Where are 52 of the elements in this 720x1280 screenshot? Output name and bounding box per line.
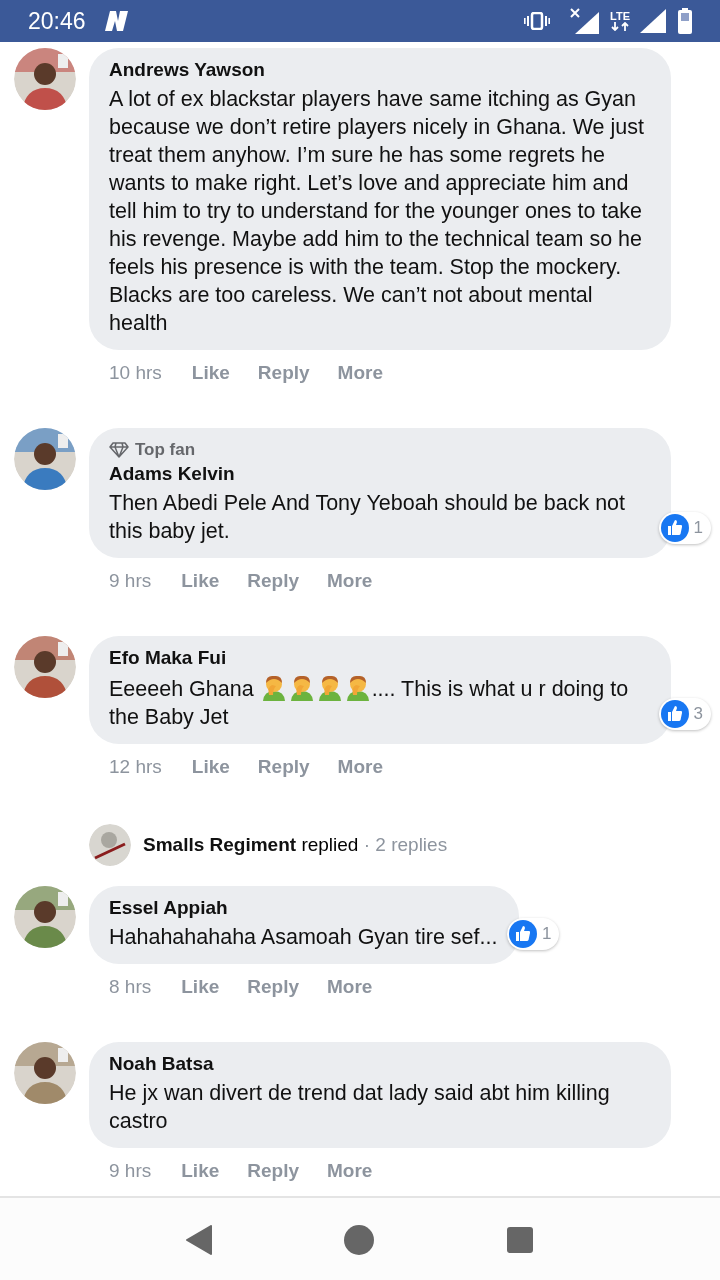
reaction-count[interactable]: 3 <box>658 698 711 730</box>
comment-action-link[interactable]: Like <box>167 570 234 592</box>
comment-time: 9 hrs <box>109 570 152 592</box>
comment-action-link[interactable]: More <box>323 362 397 384</box>
comment-text: Eeeeeh Ghana .... This is what u r doing to the Baby Jet <box>109 673 649 731</box>
top-fan-label: Top fan <box>135 439 196 461</box>
comment-text: Hahahahahaha Asamoah Gyan tire sef... <box>109 924 498 951</box>
like-reaction-icon <box>509 920 537 948</box>
comment-action-link[interactable]: More <box>323 756 397 778</box>
home-button[interactable] <box>343 1224 375 1256</box>
comment-text: Then Abedi Pele And Tony Yeboah should be back not this baby jet. <box>109 490 627 545</box>
battery-icon <box>678 8 692 34</box>
comment-action-link[interactable]: Like <box>167 1160 234 1182</box>
comment-text: A lot of ex blackstar players have same itching as Gyan because we don’t retire players nicely in Ghana. We just treat them anyhow. I’m sure he has some regrets he wants to make right. Let’s love and appreciate him and tell him to try to understand for the younger ones to take his revenge. Maybe add him to the technical team so he feels his presence is with the team. Stop the mockery. Blacks are too careless. We can’t not about mental health <box>109 86 645 337</box>
comment-time: 10 hrs <box>109 362 162 384</box>
comment-action-link[interactable]: More <box>313 976 387 998</box>
reaction-count[interactable]: 1 <box>658 512 711 544</box>
comment-time: 8 hrs <box>109 976 152 998</box>
comment-action-link[interactable]: Like <box>177 756 244 778</box>
replies-link[interactable]: Smalls Regiment replied · 2 replies <box>143 834 448 856</box>
commenter-name[interactable]: Andrews Yawson <box>109 58 649 82</box>
comment-time: 12 hrs <box>109 756 162 778</box>
commenter-name[interactable]: Noah Batsa <box>109 1052 649 1076</box>
recents-button[interactable] <box>506 1226 535 1254</box>
comment-action-link[interactable]: More <box>313 1160 387 1182</box>
signal-icon <box>640 9 666 33</box>
comment-action-link[interactable]: Like <box>167 976 234 998</box>
commenter-name[interactable]: Essel Appiah <box>109 896 498 920</box>
comment-action-link[interactable]: Reply <box>233 976 314 998</box>
lte-indicator: LTE <box>610 11 630 31</box>
clock: 20:46 <box>28 7 86 35</box>
facepalm-emoji-icon <box>288 673 315 701</box>
reaction-count[interactable]: 1 <box>507 918 560 950</box>
like-reaction-icon <box>660 700 689 728</box>
comment-action-link[interactable]: More <box>313 570 387 592</box>
comment-time: 9 hrs <box>109 1160 152 1182</box>
no-signal-icon <box>570 8 600 34</box>
comment-action-link[interactable]: Like <box>177 362 244 384</box>
comment-text: He jx wan divert de trend dat lady said abt him killing castro <box>109 1080 611 1135</box>
comment-action-link[interactable]: Reply <box>233 1160 314 1182</box>
facepalm-emoji-icon <box>316 673 343 701</box>
diamond-icon <box>109 442 129 458</box>
facepalm-emoji-icon <box>260 673 287 701</box>
vibrate-icon <box>524 12 550 30</box>
comment-action-link[interactable]: Reply <box>243 362 324 384</box>
back-button[interactable] <box>185 1225 212 1255</box>
facepalm-emoji-icon <box>344 673 371 701</box>
comment-action-link[interactable]: Reply <box>243 756 324 778</box>
commenter-name[interactable]: Adams Kelvin <box>109 462 649 486</box>
like-reaction-icon <box>660 514 689 542</box>
comment-action-link[interactable]: Reply <box>233 570 314 592</box>
commenter-name[interactable]: Efo Maka Fui <box>109 646 649 670</box>
